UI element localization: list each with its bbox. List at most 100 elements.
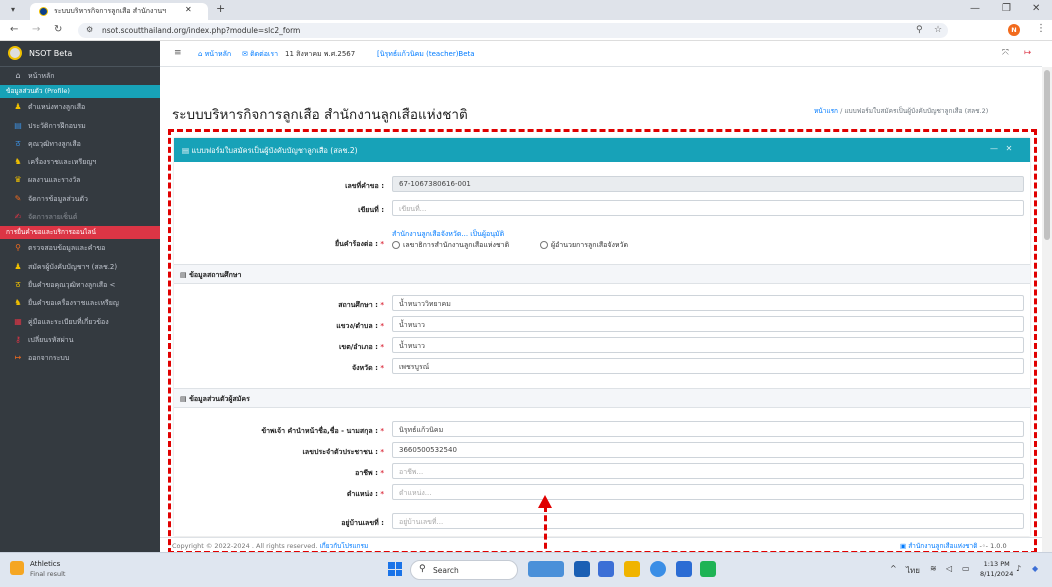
file-explorer-icon[interactable] [624, 561, 640, 577]
browser-menu-icon[interactable]: ⋮ [1036, 23, 1046, 34]
volume-icon[interactable]: ◁ [946, 564, 952, 573]
collapse-icon[interactable]: — [990, 144, 998, 153]
tab-close-icon[interactable]: ✕ [185, 5, 192, 14]
about-link[interactable]: เกี่ยวกับโปรแกรม [320, 542, 369, 550]
browser-tab[interactable]: ระบบบริหารกิจการลูกเสือ สำนักงานฯ ✕ [30, 3, 208, 20]
profile-avatar[interactable]: N [1008, 24, 1020, 36]
request-no-field: 67-1067380616-001 [392, 176, 1024, 192]
page-title: ระบบบริหารกิจการลูกเสือ สำนักงานลูกเสือแ… [172, 107, 468, 123]
idcard-input[interactable]: 3660500532540 [392, 442, 1024, 458]
submit-to-label-text: ยื่นคำร้องต่อ : [335, 240, 378, 248]
battery-icon[interactable]: ▭ [962, 564, 970, 573]
widget-app-icon[interactable] [528, 561, 564, 577]
sidebar-item[interactable]: ठ คุณวุฒิทางลูกเสือ [0, 135, 160, 153]
written-at-input[interactable]: เขียนที่... [392, 200, 1024, 216]
weather-widget-icon[interactable] [10, 561, 24, 575]
scout-logo-icon [8, 46, 22, 60]
tab-search-icon[interactable]: ▾ [6, 4, 20, 16]
sidebar-item-label: เปลี่ยนรหัสผ่าน [28, 335, 74, 344]
bookmark-star-icon[interactable]: ☆ [934, 25, 942, 35]
approver-link[interactable]: สำนักงานลูกเสือจังหวัด... เป็นผู้อนุมัติ [392, 229, 504, 240]
sidebar-item-label: การยื่นคำขอและบริการออนไลน์ [6, 228, 96, 237]
chrome-browser-icon[interactable] [650, 561, 666, 577]
district-input[interactable]: น้ำหนาว [392, 337, 1024, 353]
new-tab-icon[interactable]: + [216, 2, 225, 15]
input-language[interactable]: ไทย [906, 564, 920, 577]
windows-taskbar: Athletics Final result ⚲ Search ^ ไทย ≋ … [0, 552, 1052, 587]
card-close-icon[interactable]: ✕ [1006, 144, 1013, 153]
form-card: ▤ แบบฟอร์มใบสมัครเป็นผู้บังคับบัญชาลูกเส… [174, 138, 1030, 536]
tray-expand-icon[interactable]: ^ [890, 564, 897, 573]
search-icon: ⚲ [419, 564, 426, 574]
reload-icon[interactable]: ↻ [54, 24, 62, 35]
radio-provincial-director[interactable]: ผู้อำนวยการลูกเสือจังหวัด [540, 240, 628, 251]
sidebar-item-label: จัดการข้อมูลส่วนตัว [28, 194, 88, 203]
site-info-icon[interactable]: ⚙ [86, 25, 93, 34]
browser-tab-strip: ▾ ระบบบริหารกิจการลูกเสือ สำนักงานฯ ✕ + … [0, 0, 1052, 20]
radio-provincial-label: ผู้อำนวยการลูกเสือจังหวัด [551, 241, 628, 249]
store-app-icon[interactable] [598, 561, 614, 577]
restore-icon[interactable]: ❐ [1002, 3, 1011, 14]
notification-bell-icon[interactable]: ♪ [1016, 564, 1021, 573]
page-scrollbar[interactable] [1042, 67, 1052, 552]
copilot-icon[interactable]: ◆ [1032, 564, 1038, 573]
logout-icon: ↦ [14, 353, 22, 363]
radio-secretary-label: เลขาธิการสำนักงานลูกเสือแห่งชาติ [403, 241, 510, 249]
logout-icon[interactable]: ↦ [1024, 48, 1031, 58]
hamburger-menu-icon[interactable]: ≡ [174, 48, 182, 58]
sidebar-item[interactable]: ▤ ประวัติการฝึกอบรม [0, 117, 160, 135]
position-input[interactable]: ตำแหน่ง... [392, 484, 1024, 500]
sidebar-item[interactable]: ♛ ผลงานและรางวัล [0, 171, 160, 189]
start-icon[interactable] [388, 562, 402, 576]
card-title: ▤ แบบฟอร์มใบสมัครเป็นผู้บังคับบัญชาลูกเส… [182, 145, 358, 157]
sidebar-item[interactable]: ठ ยื่นคำขอคุณวุฒิทางลูกเสือ < [0, 276, 160, 294]
sidebar-item-label: คู่มือและระเบียบที่เกี่ยวข้อง [28, 317, 109, 326]
house-no-input[interactable]: อยู่บ้านเลขที่... [392, 513, 1024, 529]
breadcrumb-home-link[interactable]: หน้าแรก [814, 107, 838, 115]
sidebar-item[interactable]: ⚷ เปลี่ยนรหัสผ่าน [0, 331, 160, 349]
sidebar-item[interactable]: ⚲ ตรวจสอบข้อมูลและคำขอ [0, 239, 160, 257]
current-user-link[interactable]: [นิรุทธ์แก้วนิคม (teacher)Beta [377, 49, 475, 60]
back-icon[interactable]: ← [10, 24, 18, 35]
media-app-icon[interactable] [574, 561, 590, 577]
sidebar-item[interactable]: ⌂ หน้าหลัก [0, 67, 160, 85]
radio-secretary-general[interactable]: เลขาธิการสำนักงานลูกเสือแห่งชาติ [392, 240, 509, 251]
sidebar-item[interactable]: ✍ จัดการลายเซ็นต์ [0, 208, 160, 226]
nav-contact-link[interactable]: ✉ ติดต่อเรา [242, 49, 278, 60]
wifi-icon[interactable]: ≋ [930, 564, 937, 573]
sidebar-item[interactable]: ↦ ออกจากระบบ [0, 349, 160, 367]
widget-title[interactable]: Athletics [30, 560, 60, 568]
taskbar-search[interactable]: ⚲ Search [410, 560, 518, 580]
sidebar-item[interactable]: ♞ เครื่องราชและเหรียญฯ [0, 153, 160, 171]
sidebar-item[interactable]: ✎ จัดการข้อมูลส่วนตัว [0, 190, 160, 208]
nav-home-link[interactable]: ⌂ หน้าหลัก [198, 49, 231, 60]
nav-home-label: หน้าหลัก [204, 50, 232, 58]
system-clock[interactable]: 1:13 PM 8/11/2024 [980, 559, 1013, 579]
province-input[interactable]: เพชรบูรณ์ [392, 358, 1024, 374]
sidebar-item-label: ออกจากระบบ [28, 354, 70, 363]
sidebar-item[interactable]: ♟ สมัครผู้บังคับบัญชาฯ (สลช.2) [0, 258, 160, 276]
fullscreen-icon[interactable]: ⤧ [1002, 48, 1009, 58]
sidebar-item[interactable]: ▦ คู่มือและระเบียบที่เกี่ยวข้อง [0, 313, 160, 331]
window-close-icon[interactable]: ✕ [1032, 3, 1040, 14]
zoom-icon[interactable]: ⚲ [916, 25, 923, 35]
scrollbar-thumb[interactable] [1044, 70, 1050, 240]
sidebar-item[interactable]: ♟ ตำแหน่งทางลูกเสือ [0, 98, 160, 116]
subdistrict-input[interactable]: น้ำหนาว [392, 316, 1024, 332]
job-input[interactable]: อาชีพ... [392, 463, 1024, 479]
forward-icon[interactable]: → [32, 24, 40, 35]
org-link[interactable]: สำนักงานลูกเสือแห่งชาติ [908, 542, 977, 550]
minimize-icon[interactable]: — [970, 3, 980, 14]
name-input[interactable]: นิรุทธ์แก้วนิคม [392, 421, 1024, 437]
school-input[interactable]: น้ำหนาววิทยาคม [392, 295, 1024, 311]
sidebar-item[interactable]: ♞ ยื่นคำขอเครื่องราชและเหรียญ [0, 294, 160, 312]
taskbar-search-text: Search [433, 566, 459, 575]
sidebar-item-label: สมัครผู้บังคับบัญชาฯ (สลช.2) [28, 262, 118, 271]
brand-name: NSOT Beta [29, 49, 73, 58]
widget-subtitle: Final result [30, 570, 66, 578]
section-icon: ▤ [180, 271, 190, 279]
sidebar-brand[interactable]: NSOT Beta [0, 41, 160, 67]
word-app-icon[interactable] [676, 561, 692, 577]
line-app-icon[interactable] [700, 561, 716, 577]
url-input[interactable]: ⚙ nsot.scoutthailand.org/index.php?modul… [78, 23, 948, 38]
